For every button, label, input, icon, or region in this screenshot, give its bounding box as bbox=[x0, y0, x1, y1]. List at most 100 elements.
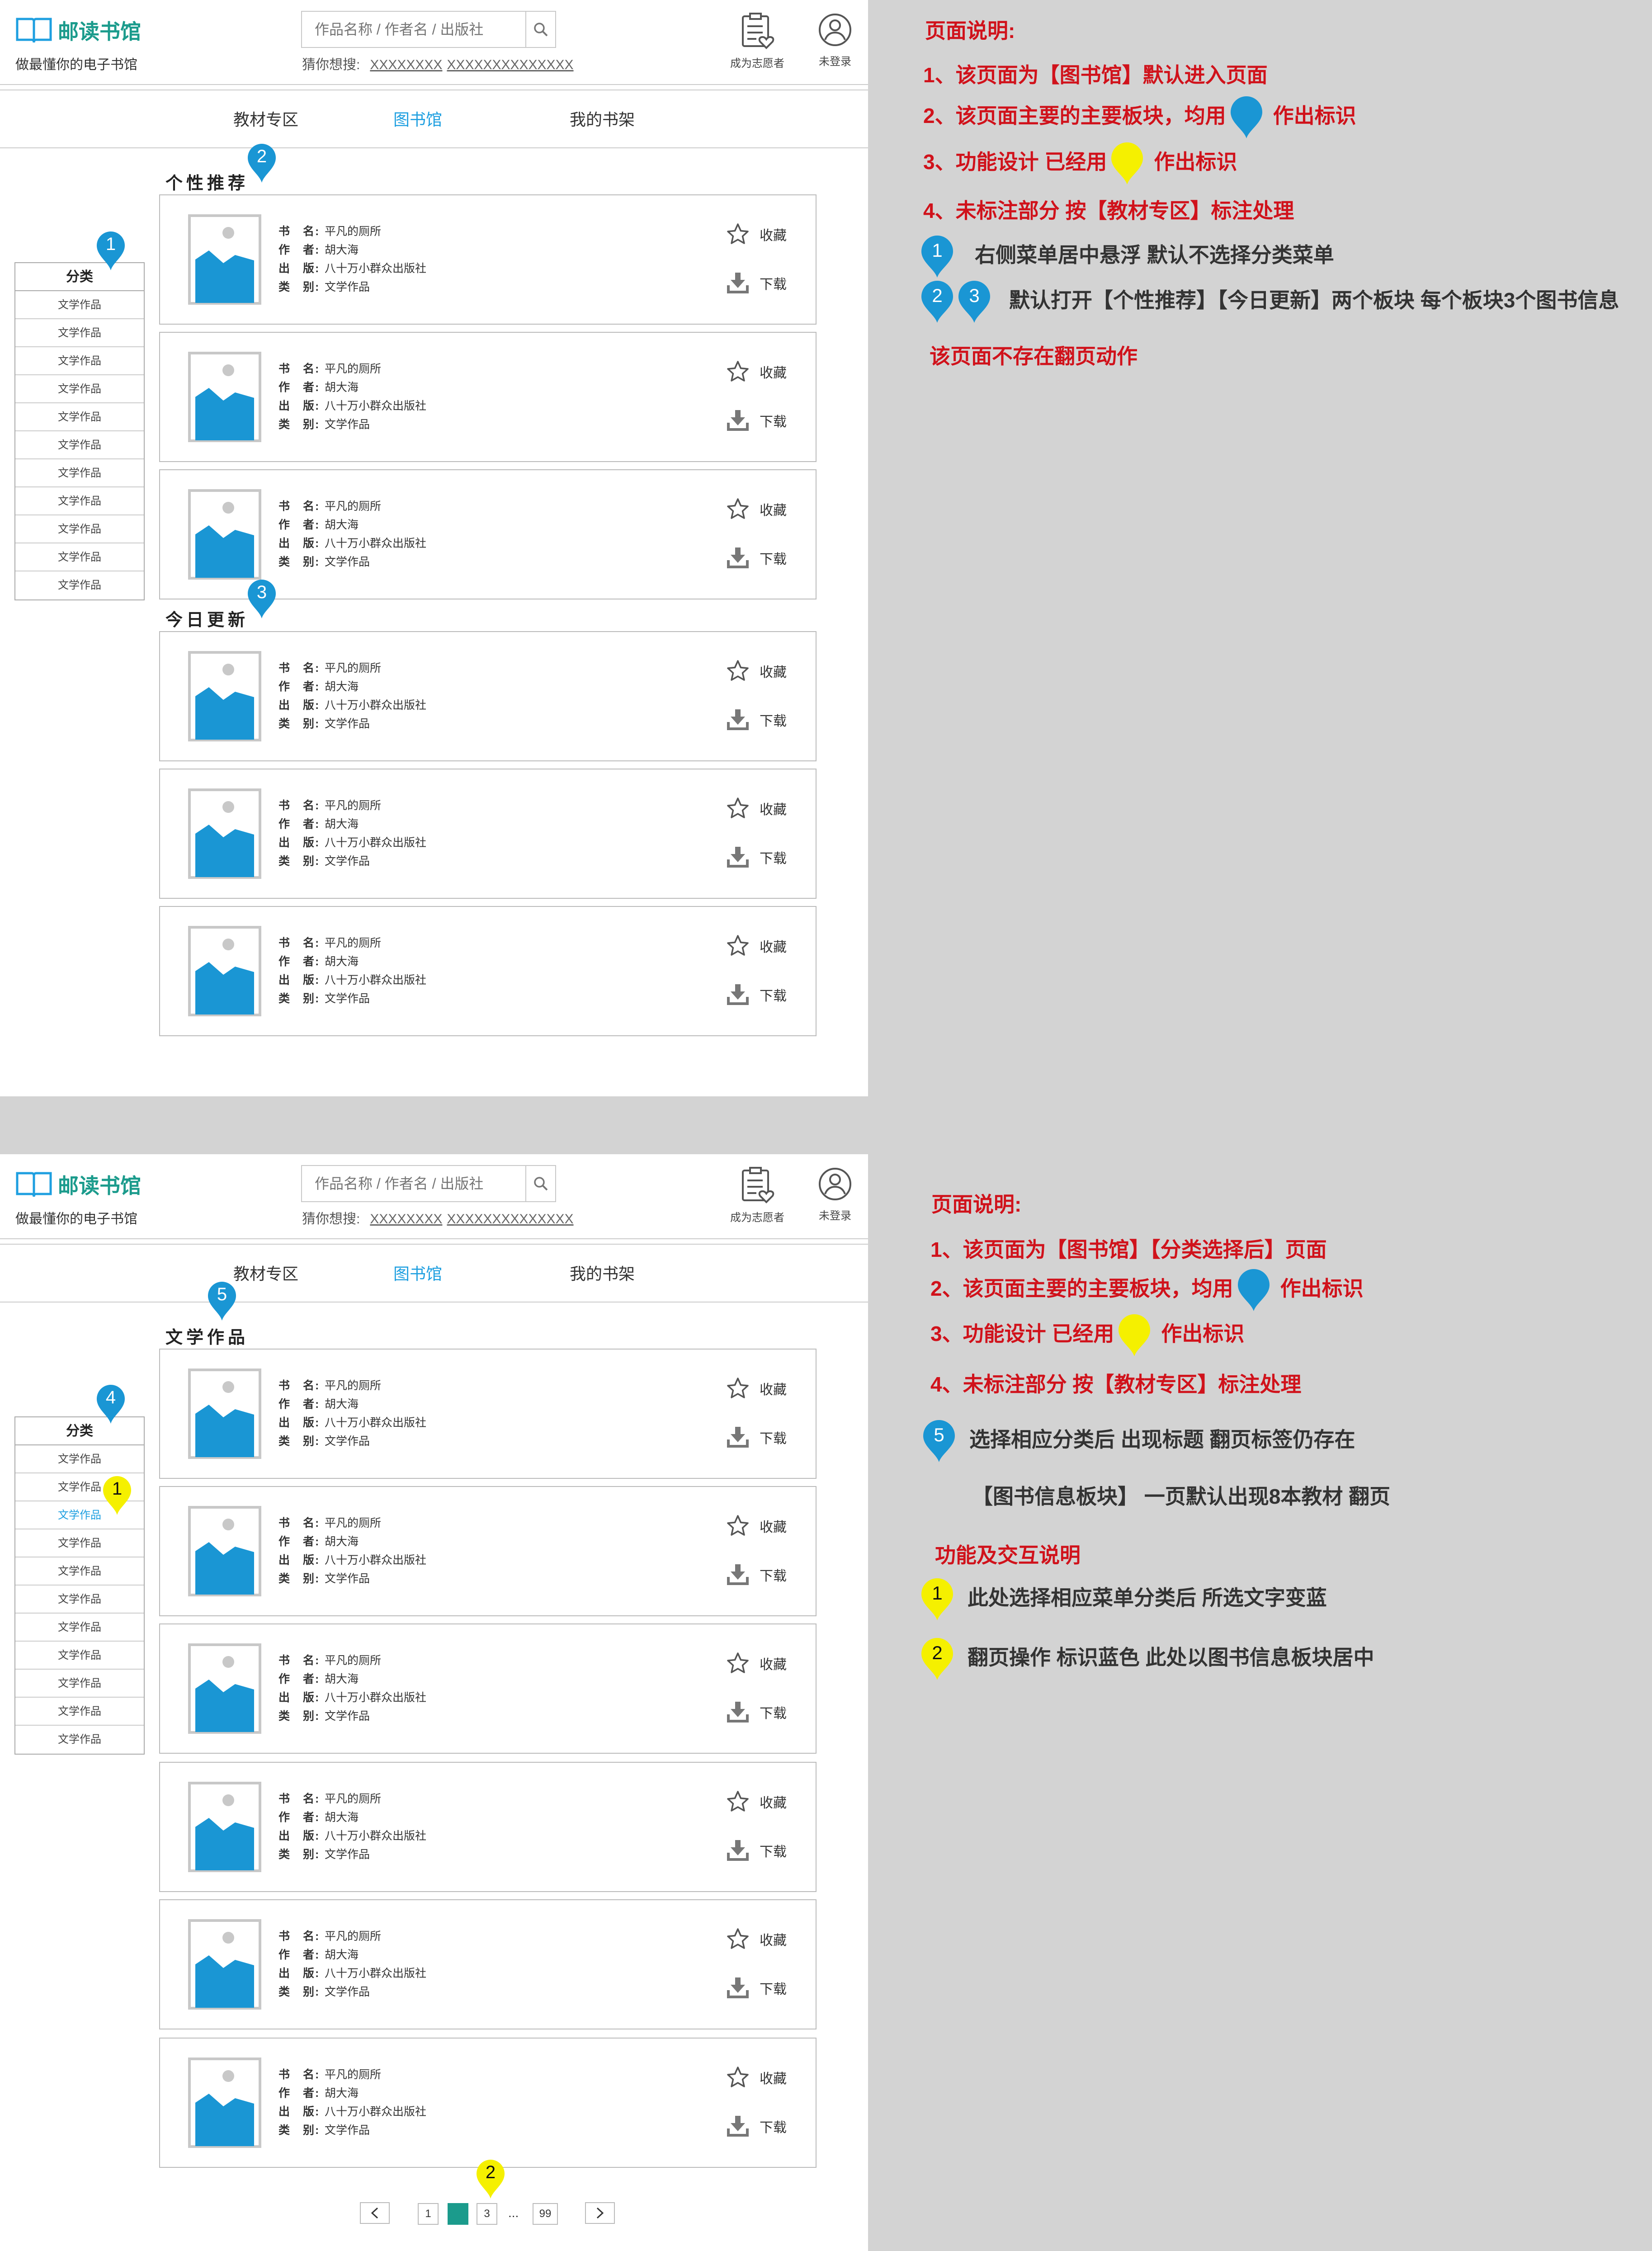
collect-button[interactable]: 收藏 bbox=[726, 1788, 787, 1815]
download-button[interactable]: 下载 bbox=[726, 844, 787, 871]
collect-button[interactable]: 收藏 bbox=[726, 2064, 787, 2091]
download-button[interactable]: 下载 bbox=[726, 269, 787, 297]
book-card[interactable]: 书 名: 平凡的厕所 作 者: 胡大海 出 版: 八十万小群众出版社 类 别: 文学作品… bbox=[159, 1623, 817, 1754]
guess-term[interactable]: XXXXXXXX bbox=[370, 1212, 442, 1227]
tab-library[interactable]: 图书馆 bbox=[393, 1261, 442, 1284]
volunteer-button[interactable]: 成为志愿者 bbox=[723, 1166, 791, 1224]
category-item[interactable]: 文学作品 bbox=[15, 319, 144, 347]
book-card[interactable]: 书 名: 平凡的厕所 作 者: 胡大海 出 版: 八十万小群众出版社 类 别: 文学作品… bbox=[159, 1899, 817, 2029]
download-button[interactable]: 下载 bbox=[726, 706, 787, 733]
book-cover-image[interactable] bbox=[188, 1919, 261, 2010]
book-cover-image[interactable] bbox=[188, 788, 261, 879]
category-item[interactable]: 文学作品 bbox=[15, 515, 144, 543]
search-input[interactable] bbox=[302, 1166, 526, 1201]
book-card[interactable]: 书 名: 平凡的厕所 作 者: 胡大海 出 版: 八十万小群众出版社 类 别: 文学作品… bbox=[159, 906, 817, 1036]
book-card[interactable]: 书 名: 平凡的厕所 作 者: 胡大海 出 版: 八十万小群众出版社 类 别: 文学作品… bbox=[159, 194, 817, 325]
book-card[interactable]: 书 名: 平凡的厕所 作 者: 胡大海 出 版: 八十万小群众出版社 类 别: 文学作品… bbox=[159, 769, 817, 899]
book-name[interactable]: 平凡的厕所 bbox=[325, 799, 381, 812]
download-button[interactable]: 下载 bbox=[726, 981, 787, 1008]
download-button[interactable]: 下载 bbox=[726, 1424, 787, 1451]
collect-button[interactable]: 收藏 bbox=[726, 221, 787, 248]
book-name[interactable]: 平凡的厕所 bbox=[325, 1379, 381, 1392]
download-button[interactable]: 下载 bbox=[726, 2113, 787, 2140]
tab-textbook[interactable]: 教材专区 bbox=[233, 107, 298, 130]
guess-term[interactable]: XXXXXXXXXXXXXX bbox=[447, 1212, 573, 1227]
download-button[interactable]: 下载 bbox=[726, 544, 787, 571]
volunteer-button[interactable]: 成为志愿者 bbox=[723, 12, 791, 70]
collect-button[interactable]: 收藏 bbox=[726, 358, 787, 385]
book-name[interactable]: 平凡的厕所 bbox=[325, 363, 381, 375]
book-card[interactable]: 书 名: 平凡的厕所 作 者: 胡大海 出 版: 八十万小群众出版社 类 别: 文学作品… bbox=[159, 1762, 817, 1892]
category-item[interactable]: 文学作品 bbox=[15, 1670, 144, 1698]
category-item[interactable]: 文学作品 bbox=[15, 1726, 144, 1754]
book-cover-image[interactable] bbox=[188, 1782, 261, 1872]
book-card[interactable]: 书 名: 平凡的厕所 作 者: 胡大海 出 版: 八十万小群众出版社 类 别: 文学作品… bbox=[159, 1349, 817, 1479]
logo-title[interactable]: 邮读书馆 bbox=[58, 1170, 141, 1199]
category-item[interactable]: 文学作品 bbox=[15, 403, 144, 431]
book-card[interactable]: 书 名: 平凡的厕所 作 者: 胡大海 出 版: 八十万小群众出版社 类 别: 文学作品… bbox=[159, 1486, 817, 1616]
category-item[interactable]: 文学作品 bbox=[15, 1586, 144, 1614]
book-card[interactable]: 书 名: 平凡的厕所 作 者: 胡大海 出 版: 八十万小群众出版社 类 别: 文学作品… bbox=[159, 332, 817, 462]
collect-button[interactable]: 收藏 bbox=[726, 657, 787, 684]
login-button[interactable]: 未登录 bbox=[801, 12, 869, 68]
book-cover-image[interactable] bbox=[188, 651, 261, 741]
collect-button[interactable]: 收藏 bbox=[726, 1925, 787, 1953]
download-button[interactable]: 下载 bbox=[726, 1974, 787, 2001]
category-item[interactable]: 文学作品 bbox=[15, 1529, 144, 1557]
download-button[interactable]: 下载 bbox=[726, 1837, 787, 1864]
book-name[interactable]: 平凡的厕所 bbox=[325, 662, 381, 675]
book-card[interactable]: 书 名: 平凡的厕所 作 者: 胡大海 出 版: 八十万小群众出版社 类 别: 文学作品… bbox=[159, 2038, 817, 2168]
collect-button[interactable]: 收藏 bbox=[726, 1650, 787, 1677]
page-button-last[interactable]: 99 bbox=[533, 2203, 558, 2225]
tab-bookshelf[interactable]: 我的书架 bbox=[570, 107, 635, 130]
book-card[interactable]: 书 名: 平凡的厕所 作 者: 胡大海 出 版: 八十万小群众出版社 类 别: 文学作品… bbox=[159, 631, 817, 761]
book-name[interactable]: 平凡的厕所 bbox=[325, 1930, 381, 1943]
category-item[interactable]: 文学作品 bbox=[15, 1642, 144, 1670]
category-item[interactable]: 文学作品 bbox=[15, 543, 144, 571]
category-item[interactable]: 文学作品 bbox=[15, 431, 144, 459]
prev-page-button[interactable] bbox=[360, 2202, 390, 2224]
category-item[interactable]: 文学作品 bbox=[15, 1614, 144, 1642]
book-cover-image[interactable] bbox=[188, 352, 261, 442]
book-cover-image[interactable] bbox=[188, 489, 261, 580]
guess-term[interactable]: XXXXXXXX bbox=[370, 57, 442, 72]
book-cover-image[interactable] bbox=[188, 2058, 261, 2148]
category-item[interactable]: 文学作品 bbox=[15, 347, 144, 375]
book-name[interactable]: 平凡的厕所 bbox=[325, 1517, 381, 1529]
page-button[interactable]: 1 bbox=[418, 2203, 439, 2225]
book-name[interactable]: 平凡的厕所 bbox=[325, 2068, 381, 2081]
tab-library[interactable]: 图书馆 bbox=[393, 107, 442, 130]
download-button[interactable]: 下载 bbox=[726, 1561, 787, 1588]
category-item[interactable]: 文学作品 bbox=[15, 1698, 144, 1726]
book-cover-image[interactable] bbox=[188, 1506, 261, 1596]
book-cover-image[interactable] bbox=[188, 926, 261, 1016]
search-button[interactable] bbox=[525, 1166, 555, 1201]
category-item[interactable]: 文学作品 bbox=[15, 1445, 144, 1473]
category-item[interactable]: 文学作品 bbox=[15, 487, 144, 515]
tab-textbook[interactable]: 教材专区 bbox=[233, 1261, 298, 1284]
logo-title[interactable]: 邮读书馆 bbox=[58, 15, 141, 45]
category-item[interactable]: 文学作品 bbox=[15, 1557, 144, 1586]
book-cover-image[interactable] bbox=[188, 1369, 261, 1459]
collect-button[interactable]: 收藏 bbox=[726, 1512, 787, 1539]
book-name[interactable]: 平凡的厕所 bbox=[325, 1654, 381, 1667]
tab-bookshelf[interactable]: 我的书架 bbox=[570, 1261, 635, 1284]
category-item[interactable]: 文学作品 bbox=[15, 571, 144, 599]
book-name[interactable]: 平凡的厕所 bbox=[325, 1793, 381, 1805]
download-button[interactable]: 下载 bbox=[726, 407, 787, 434]
guess-term[interactable]: XXXXXXXXXXXXXX bbox=[447, 57, 573, 72]
book-cover-image[interactable] bbox=[188, 1643, 261, 1734]
book-name[interactable]: 平凡的厕所 bbox=[325, 500, 381, 513]
book-name[interactable]: 平凡的厕所 bbox=[325, 225, 381, 238]
collect-button[interactable]: 收藏 bbox=[726, 1375, 787, 1402]
book-name[interactable]: 平凡的厕所 bbox=[325, 937, 381, 949]
page-button-current[interactable]: 2 bbox=[448, 2203, 468, 2225]
collect-button[interactable]: 收藏 bbox=[726, 932, 787, 959]
category-item[interactable]: 文学作品 bbox=[15, 459, 144, 487]
download-button[interactable]: 下载 bbox=[726, 1699, 787, 1726]
collect-button[interactable]: 收藏 bbox=[726, 795, 787, 822]
book-cover-image[interactable] bbox=[188, 214, 261, 305]
category-item[interactable]: 文学作品 bbox=[15, 291, 144, 319]
login-button[interactable]: 未登录 bbox=[801, 1166, 869, 1222]
search-button[interactable] bbox=[525, 12, 555, 47]
